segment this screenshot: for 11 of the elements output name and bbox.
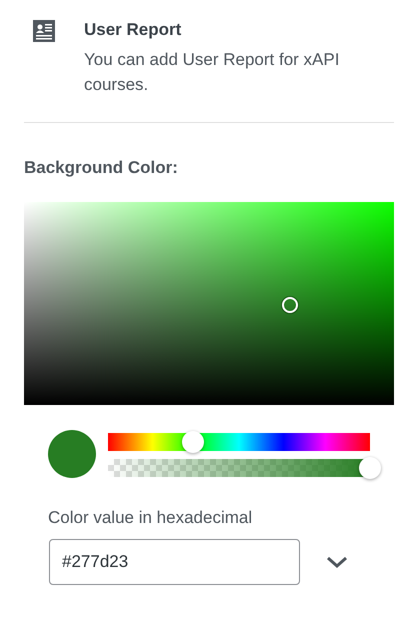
alpha-slider-thumb[interactable] bbox=[359, 457, 381, 479]
hex-label: Color value in hexadecimal bbox=[48, 507, 254, 529]
hex-input-field[interactable]: #277d23 bbox=[49, 538, 300, 584]
block-description: You can add User Report for xAPI courses. bbox=[84, 48, 340, 96]
picker-handle[interactable] bbox=[282, 297, 298, 314]
chevron-down-icon bbox=[326, 555, 348, 570]
id-card-icon bbox=[33, 20, 55, 42]
saturation-value-area[interactable] bbox=[24, 202, 394, 405]
background-color-label: Background Color: bbox=[24, 156, 179, 179]
block-title: User Report bbox=[84, 19, 182, 41]
hue-slider-thumb[interactable] bbox=[182, 431, 204, 453]
